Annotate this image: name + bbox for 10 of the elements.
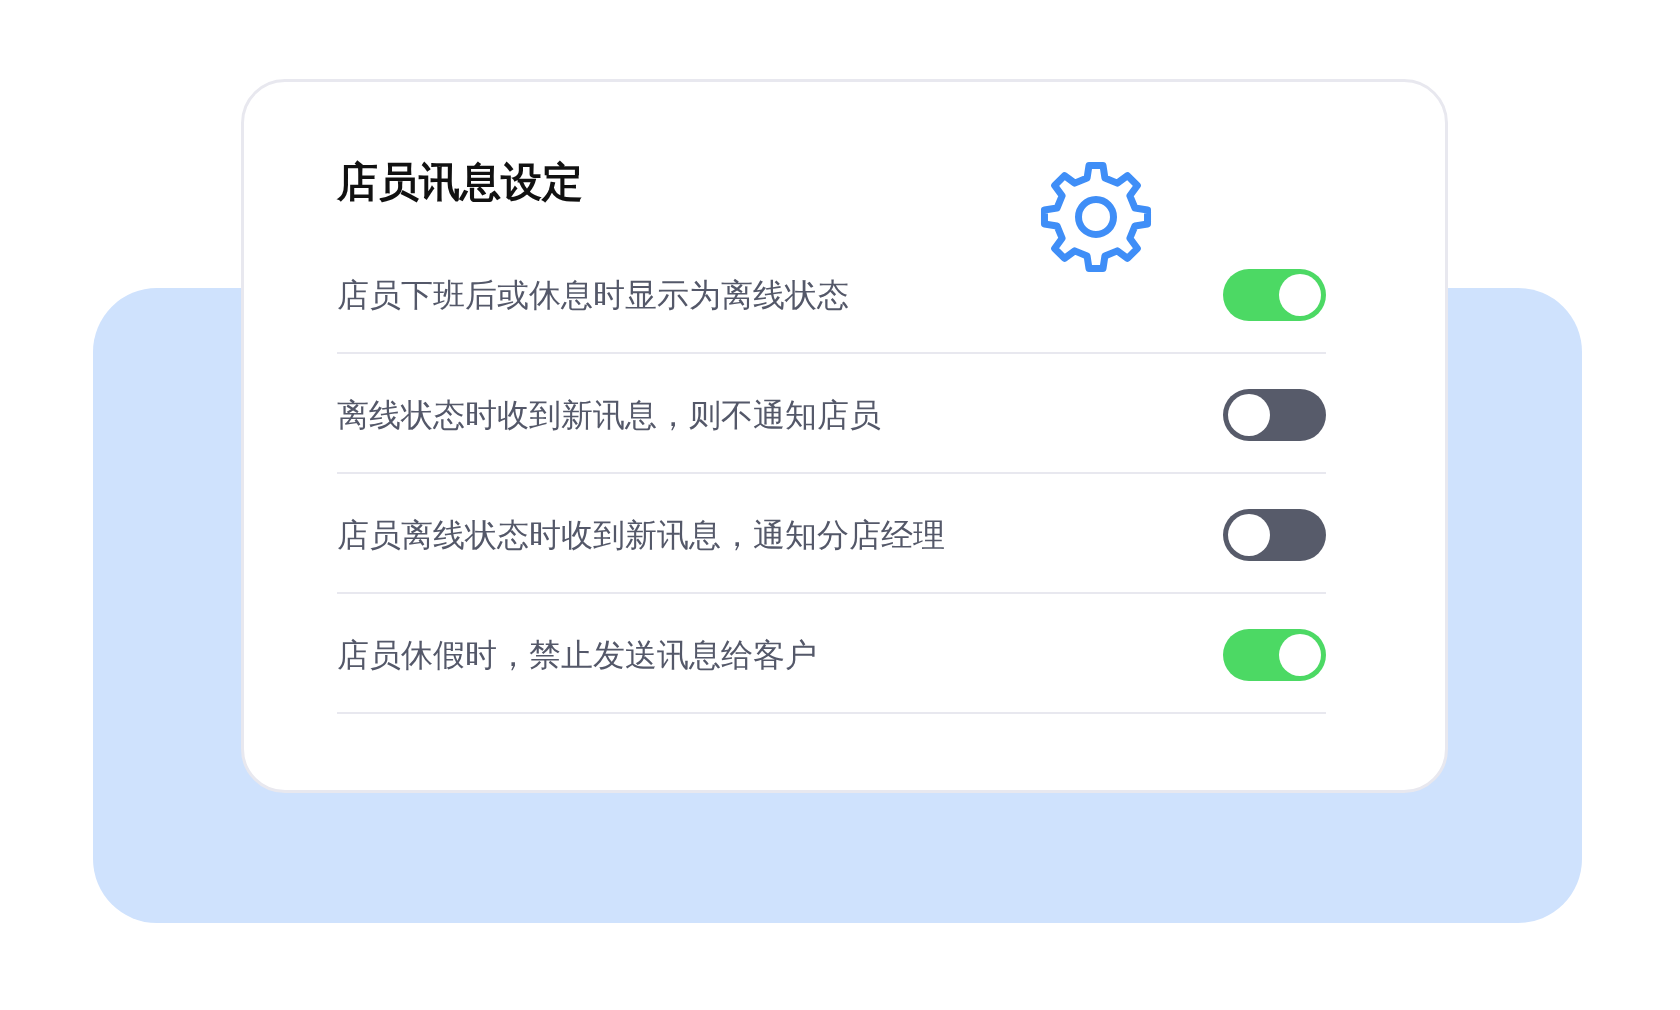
settings-icon (1038, 159, 1154, 275)
setting-label: 店员休假时，禁止发送讯息给客户 (337, 635, 817, 675)
setting-label: 店员离线状态时收到新讯息，通知分店经理 (337, 515, 945, 555)
card-title: 店员讯息设定 (337, 157, 583, 207)
toggle-switch[interactable] (1223, 629, 1326, 681)
setting-label: 店员下班后或休息时显示为离线状态 (337, 275, 849, 315)
toggle-switch[interactable] (1223, 269, 1326, 321)
setting-label: 离线状态时收到新讯息，则不通知店员 (337, 395, 881, 435)
toggle-switch[interactable] (1223, 389, 1326, 441)
toggle-switch[interactable] (1223, 509, 1326, 561)
